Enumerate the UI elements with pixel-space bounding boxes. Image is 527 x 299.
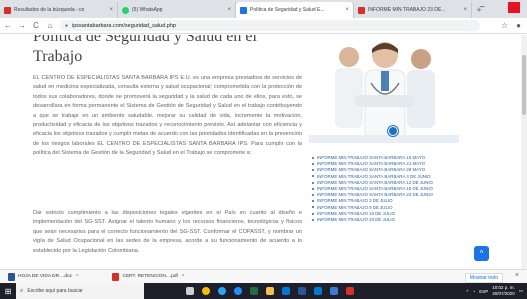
- mail-icon[interactable]: [314, 287, 322, 295]
- bullet-icon: [312, 200, 314, 203]
- browser-toolbar: ← → C ⌂ ● ipssantabarbara.com/seguridad_…: [0, 18, 527, 34]
- close-window-button[interactable]: [508, 2, 520, 13]
- store-icon[interactable]: [282, 287, 290, 295]
- link-text[interactable]: INFORME MIN TRABAJO 16 DE JULIO: [317, 211, 395, 216]
- link-text[interactable]: INFORME MIN TRABAJO 9 DE JULIO: [317, 205, 393, 210]
- profile-icon[interactable]: ●: [516, 21, 521, 30]
- chevron-up-icon[interactable]: ^: [76, 274, 78, 280]
- hero-caption-band: [309, 135, 459, 143]
- tab-search-results[interactable]: Resultados de la búsqueda - co ×: [0, 2, 118, 18]
- browser-tab-bar: Resultados de la búsqueda - co × (5) Wha…: [0, 0, 527, 18]
- chrome-icon[interactable]: [202, 287, 210, 295]
- scrollbar-thumb[interactable]: [522, 55, 526, 115]
- internet-explorer-icon[interactable]: [234, 287, 242, 295]
- search-placeholder: Escribe aquí para buscar: [27, 288, 83, 294]
- minimize-button[interactable]: –: [480, 2, 484, 11]
- pdf-icon: [112, 272, 120, 281]
- page-content: Política de Seguridad y Salud en el Trab…: [0, 35, 527, 269]
- downloads-bar: HOJA DE VIDA DR....doc ^ CERT. RETENCION…: [0, 269, 527, 283]
- page-title: Política de Seguridad y Salud en el Trab…: [33, 35, 257, 65]
- download-item-hoja-de-vida[interactable]: HOJA DE VIDA DR....doc ^: [8, 272, 82, 281]
- tab-label: INFORME MIN TRABAJO 23 DE...: [368, 7, 446, 13]
- bullet-icon: [312, 181, 314, 184]
- system-tray: ^ ◔ ESP 10:02 p. m. 30/07/2020 ▭: [466, 285, 523, 297]
- informes-link-list: INFORME MIN TRABAJO SANTA BARBARA 15 MAY…: [312, 155, 472, 223]
- download-filename: CERT. RETENCION....pdf: [122, 274, 178, 279]
- task-view-icon[interactable]: [186, 287, 194, 295]
- bullet-icon: [312, 163, 314, 166]
- close-icon[interactable]: ×: [342, 7, 349, 13]
- search-icon: ⌕: [20, 287, 24, 294]
- clock[interactable]: 10:02 p. m. 30/07/2020: [492, 285, 515, 297]
- close-icon[interactable]: ×: [224, 7, 231, 13]
- wifi-icon[interactable]: ◔: [472, 289, 475, 294]
- tab-informe-min-trabajo[interactable]: INFORME MIN TRABAJO 23 DE... ×: [354, 2, 472, 18]
- edge-icon[interactable]: [218, 287, 226, 295]
- show-all-downloads-button[interactable]: Mostrar todo: [464, 273, 503, 283]
- bullet-icon: [312, 212, 314, 215]
- back-button[interactable]: ←: [2, 21, 14, 30]
- doctors-hero-image: [309, 35, 459, 146]
- bullet-icon: [312, 218, 314, 221]
- search-results-icon: [4, 6, 11, 14]
- bullet-icon: [312, 175, 314, 178]
- url-text: ipssantabarbara.com/seguridad_salud.php: [72, 22, 176, 29]
- close-icon[interactable]: ×: [460, 7, 467, 13]
- file-explorer-icon[interactable]: [266, 287, 274, 295]
- lock-icon: ●: [65, 22, 69, 29]
- forward-button[interactable]: →: [16, 21, 28, 30]
- notification-icon[interactable]: ▭: [519, 288, 523, 294]
- policy-paragraph-1: EL CENTRO DE ESPECIALISTAS SANTA BARBARA…: [33, 75, 302, 157]
- chevron-up-icon[interactable]: ^: [466, 289, 468, 294]
- tab-label: (5) WhatsApp: [132, 7, 163, 13]
- whatsapp-icon: [122, 6, 129, 14]
- tab-whatsapp[interactable]: (5) WhatsApp ×: [118, 2, 236, 18]
- bullet-icon: [312, 156, 314, 159]
- link-text[interactable]: INFORME MIN TRABAJO 23 DE JULIO: [317, 217, 395, 222]
- link-text[interactable]: INFORME MIN TRABAJO SANTA BARBARA 24 DE …: [317, 192, 433, 197]
- bullet-icon: [312, 194, 314, 197]
- close-icon[interactable]: ×: [106, 7, 113, 13]
- list-item[interactable]: INFORME MIN TRABAJO 23 DE JULIO: [312, 217, 472, 223]
- scroll-to-top-button[interactable]: ^: [474, 246, 489, 261]
- link-text[interactable]: INFORME MIN TRABAJO SANTA BARBARA 15 MAY…: [317, 155, 425, 160]
- word-icon[interactable]: [298, 287, 306, 295]
- link-text[interactable]: INFORME MIN TRABAJO SANTA BARBARA 18 DE …: [317, 186, 433, 191]
- download-item-cert-retencion[interactable]: CERT. RETENCION....pdf ^: [112, 272, 188, 281]
- language-indicator[interactable]: ESP: [479, 289, 488, 294]
- tab-politica-seguridad[interactable]: Política de Seguridad y Salud E... ×: [236, 2, 354, 18]
- link-text[interactable]: INFORME MIN TRABAJO SANTA BARBARA 21 MAY…: [317, 161, 425, 166]
- link-text[interactable]: INFORME MIN TRABAJO SANTA BARBARA 12 DE …: [317, 180, 433, 185]
- tab-label: Política de Seguridad y Salud E...: [250, 7, 325, 13]
- start-button[interactable]: ⊞: [0, 283, 16, 299]
- word-doc-icon: [8, 272, 15, 281]
- windows-taskbar: ⊞ ⌕ Escribe aquí para buscar ^ ◔ ESP 10:…: [0, 283, 527, 299]
- bullet-icon: [312, 169, 314, 172]
- download-filename: HOJA DE VIDA DR....doc: [18, 274, 73, 279]
- close-icon[interactable]: ×: [515, 272, 519, 279]
- arrow-icon[interactable]: [388, 126, 398, 136]
- link-text[interactable]: INFORME MIN TRABAJO 3 DE JULIO: [317, 198, 393, 203]
- bookmark-star-icon[interactable]: ☆: [501, 21, 508, 30]
- tab-label: Resultados de la búsqueda - co: [14, 7, 85, 13]
- taskbar-search-input[interactable]: ⌕ Escribe aquí para buscar: [16, 283, 144, 299]
- address-bar[interactable]: ● ipssantabarbara.com/seguridad_salud.ph…: [60, 20, 480, 31]
- clock-date: 30/07/2020: [492, 291, 515, 296]
- bullet-icon: [312, 206, 314, 209]
- link-text[interactable]: INFORME MIN TRABAJO SANTA BARBARA 4 DE J…: [317, 174, 431, 179]
- reload-button[interactable]: C: [30, 21, 42, 30]
- page-scrollbar[interactable]: [521, 35, 527, 269]
- chevron-up-icon[interactable]: ^: [182, 274, 184, 280]
- policy-paragraph-2: Dar estricto cumplimiento a las disposic…: [33, 210, 302, 254]
- bullet-icon: [312, 187, 314, 190]
- home-button[interactable]: ⌂: [44, 21, 56, 30]
- link-text[interactable]: INFORME MIN TRABAJO SANTA BARBARA 28 MAY…: [317, 167, 425, 172]
- app-icon[interactable]: [346, 287, 354, 295]
- excel-icon[interactable]: [250, 287, 258, 295]
- pdf-icon: [358, 6, 365, 14]
- photos-icon[interactable]: [330, 287, 338, 295]
- site-favicon-icon: [240, 6, 247, 14]
